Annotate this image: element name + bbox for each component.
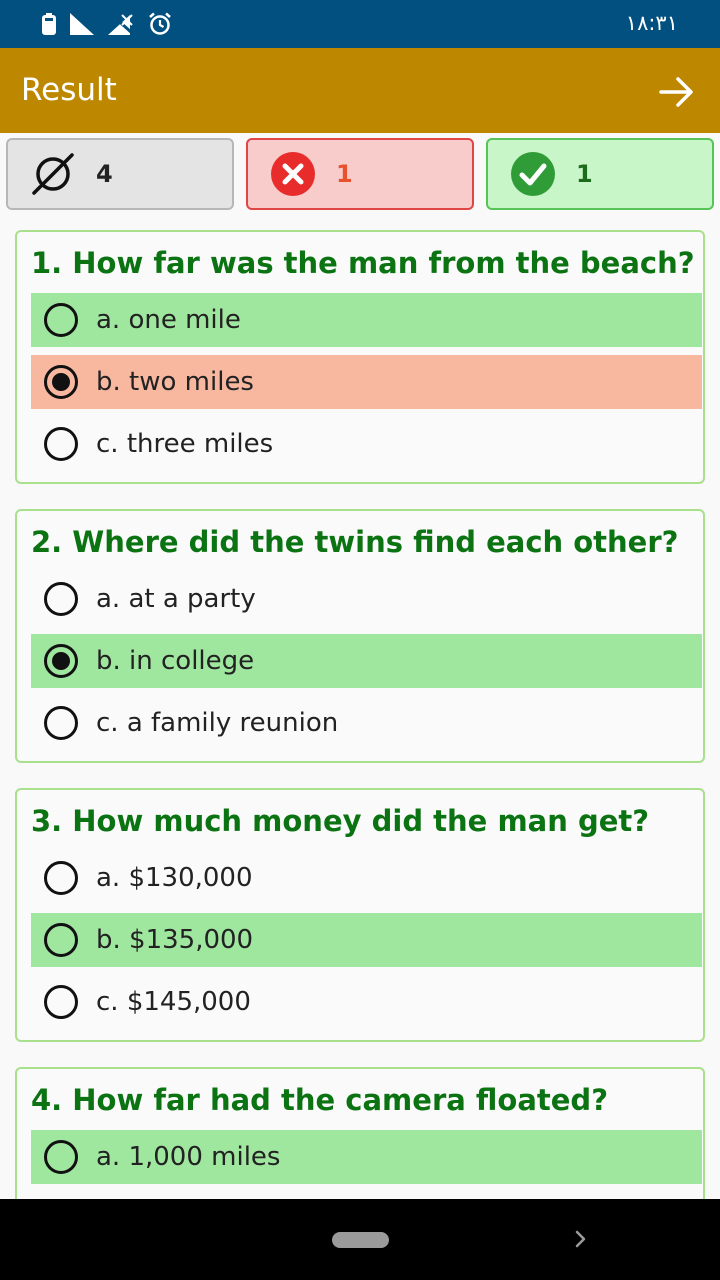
x-circle-icon [271,152,315,196]
question-text: 1. How far was the man from the beach? [31,246,695,280]
question-card-3: 3. How much money did the man get? a. $1… [15,788,705,1042]
battery-icon [42,13,56,35]
option-2b[interactable]: b. in college [31,634,702,688]
skipped-count: 4 [96,160,113,188]
app-bar: Result [0,48,720,133]
option-label: a. at a party [96,584,256,614]
option-label: c. three miles [96,429,274,459]
navigation-bar [0,1199,720,1280]
alarm-clock-icon [149,12,171,35]
wrong-count-chip[interactable]: 1 [246,138,474,210]
option-label: b. in college [96,646,255,676]
empty-set-icon [32,153,74,195]
question-card-4: 4. How far had the camera floated? a. 1,… [15,1067,705,1199]
arrow-right-icon[interactable] [658,74,694,110]
status-time: ۱۸:۳۱ [625,11,678,35]
home-pill-icon[interactable] [332,1232,389,1248]
status-bar: ۱۸:۳۱ [0,0,720,48]
option-label: a. one mile [96,305,241,335]
option-label: a. $130,000 [96,863,253,893]
option-3a[interactable]: a. $130,000 [31,851,702,905]
correct-count: 1 [576,160,593,188]
option-1a[interactable]: a. one mile [31,293,702,347]
option-2a[interactable]: a. at a party [31,572,702,626]
question-list[interactable]: 1. How far was the man from the beach? a… [0,221,720,1199]
option-label: b. two miles [96,367,254,397]
check-circle-icon [511,152,555,196]
option-4a[interactable]: a. 1,000 miles [31,1130,702,1184]
option-3c[interactable]: c. $145,000 [31,975,702,1029]
option-1b[interactable]: b. two miles [31,355,702,409]
radio-unchecked-icon[interactable] [44,985,78,1019]
status-icons [42,10,172,38]
radio-checked-icon[interactable] [44,644,78,678]
radio-unchecked-icon[interactable] [44,303,78,337]
option-3b[interactable]: b. $135,000 [31,913,702,967]
chevron-right-icon[interactable] [572,1229,590,1249]
option-label: b. $135,000 [96,925,254,955]
option-1c[interactable]: c. three miles [31,417,702,471]
question-text: 3. How much money did the man get? [31,804,650,838]
question-card-1: 1. How far was the man from the beach? a… [15,230,705,484]
wrong-count: 1 [336,160,353,188]
option-label: c. a family reunion [96,708,339,738]
question-text: 2. Where did the twins find each other? [31,525,679,559]
correct-count-chip[interactable]: 1 [486,138,714,210]
result-summary: 4 1 1 [0,133,720,221]
option-label: c. $145,000 [96,987,251,1017]
radio-unchecked-icon[interactable] [44,427,78,461]
radio-unchecked-icon[interactable] [44,582,78,616]
page-title: Result [21,72,117,108]
radio-checked-icon[interactable] [44,365,78,399]
no-signal-icon [108,13,134,35]
radio-unchecked-icon[interactable] [44,923,78,957]
question-text: 4. How far had the camera floated? [31,1083,609,1117]
option-2c[interactable]: c. a family reunion [31,696,702,750]
radio-unchecked-icon[interactable] [44,861,78,895]
option-label: a. 1,000 miles [96,1142,281,1172]
skipped-count-chip[interactable]: 4 [6,138,234,210]
radio-unchecked-icon[interactable] [44,1140,78,1174]
question-card-2: 2. Where did the twins find each other? … [15,509,705,763]
cell-signal-icon [70,13,94,35]
radio-unchecked-icon[interactable] [44,706,78,740]
